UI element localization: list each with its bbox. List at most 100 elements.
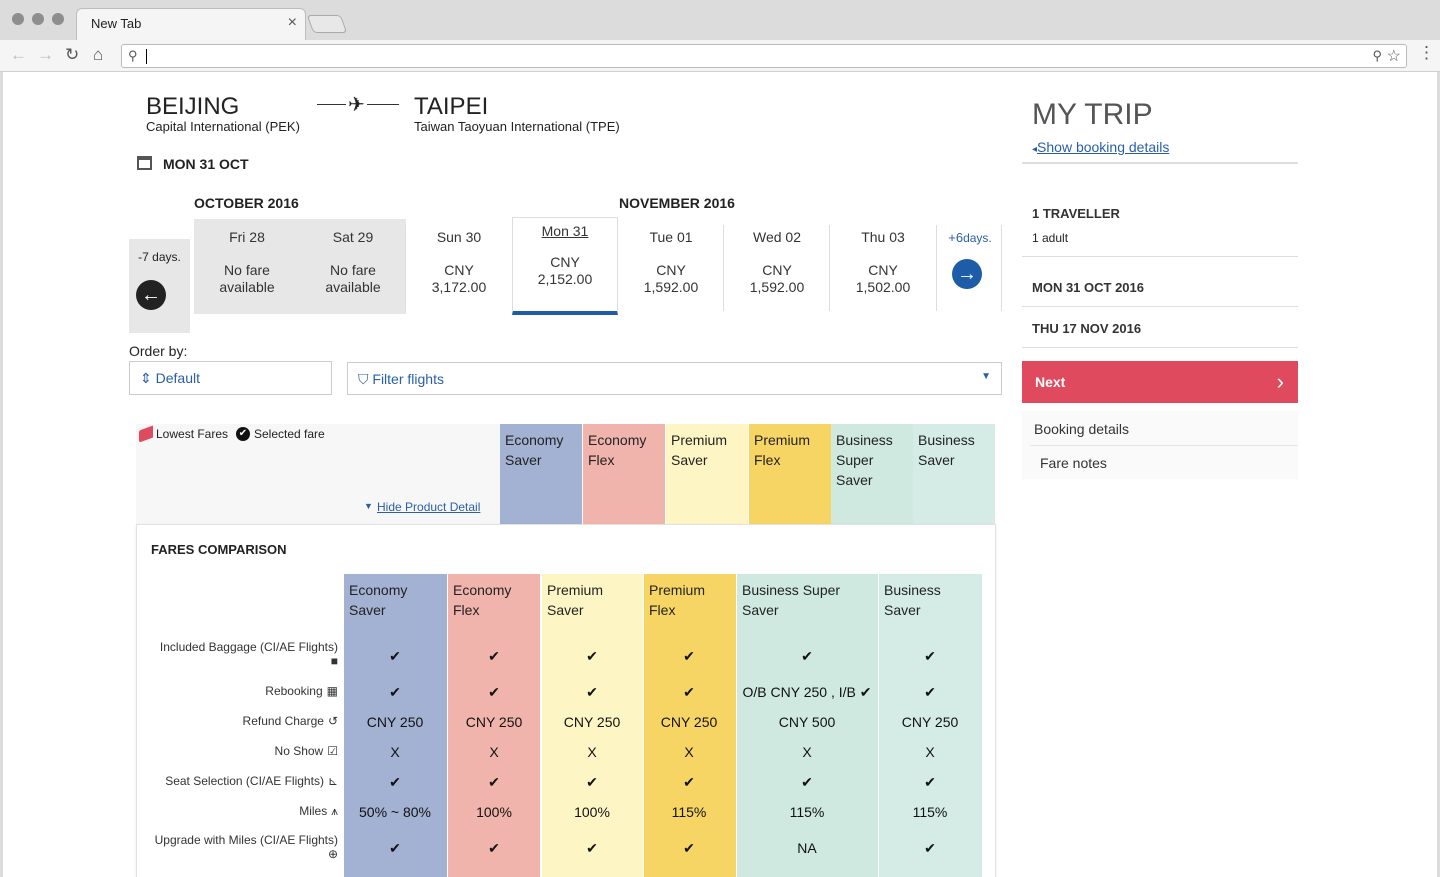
fare-cell: NA [797,840,817,856]
window-minimize-dot[interactable] [32,13,44,25]
plane-icon: ✈ [346,92,367,117]
day-divider [829,225,830,311]
filter-icon: ⛉ [358,371,369,387]
destination-airport: Taiwan Taoyuan International (TPE) [414,119,620,134]
destination-city: TAIPEI [414,93,489,120]
fare-cell: ✔ [924,774,936,790]
order-by-label: Order by: [129,343,188,359]
fare-cell: 115% [912,804,948,820]
day-tue-01[interactable]: Tue 01 CNY 1,592.00 [618,219,724,314]
address-bar[interactable]: ⚲ ⚲ ☆ [121,44,1407,68]
caret-down-icon: ▼ [981,371,991,382]
origin-city: BEIJING [146,93,240,120]
selected-fare-label: Selected fare [254,427,325,441]
product-economy-flex[interactable]: Economy Flex [583,424,665,524]
day-divider [1001,225,1002,311]
fare-cell: X [925,744,935,760]
filter-flights-select[interactable]: ⛉ Filter flights ▼ [347,362,1002,395]
browser-tab[interactable]: New Tab × [76,8,306,40]
browser-titlebar: New Tab × [0,0,1440,40]
fares-comparison-title: FARES COMPARISON [151,542,287,557]
fare-cell: O/B CNY 250 , I/B ✔ [742,684,872,700]
prev-week-label: -7 days. [138,250,181,264]
day-thu-03[interactable]: Thu 03 CNY 1,502.00 [830,219,936,314]
prev-week-button[interactable]: -7 days. ← [129,239,190,333]
month-november: NOVEMBER 2016 [619,195,735,211]
day-fri-28: Fri 28 No fare available [194,219,300,314]
filter-flights-label: Filter flights [372,371,444,387]
forward-icon[interactable]: → [37,45,54,65]
row-label: Included Baggage (CI/AE Flights) ■ [159,640,338,668]
browser-toolbar: ← → ↻ ⌂ ⚲ ⚲ ☆ ⋮ [0,40,1440,72]
origin-airport: Capital International (PEK) [146,119,300,134]
my-trip-title: MY TRIP [1032,98,1153,131]
fare-cell: ✔ [801,648,813,664]
zoom-icon[interactable]: ⚲ [1372,48,1382,64]
outbound-date: MON 31 OCT 2016 [1032,280,1144,295]
selected-date: MON 31 OCT [163,156,249,172]
product-premium-flex[interactable]: Premium Flex [749,424,831,524]
divider [1030,445,1298,446]
day-wed-02[interactable]: Wed 02 CNY 1,592.00 [724,219,830,314]
product-business-saver[interactable]: Business Saver [913,424,995,524]
row-label: Upgrade with Miles (CI/AE Flights) ⊕ [154,833,338,861]
close-icon[interactable]: × [288,14,297,32]
next-week-button[interactable]: +6days. → [940,228,1000,308]
back-icon[interactable]: ← [10,45,27,65]
check-circle-icon: ✔ [236,427,250,441]
traveller-count: 1 TRAVELLER [1032,206,1120,221]
tag-icon [139,425,153,443]
fare-cell: ✔ [924,840,936,856]
day-divider [936,225,937,311]
next-week-count: +6 [948,230,964,245]
month-october: OCTOBER 2016 [194,195,299,211]
fare-cell: ✔ [924,684,936,700]
day-divider [723,225,724,311]
tab-title: New Tab [91,16,142,31]
reload-icon[interactable]: ↻ [65,45,79,65]
arrow-right-icon[interactable]: → [952,259,982,289]
divider [1022,256,1298,257]
window-close-dot[interactable] [12,13,24,25]
fare-notes-link[interactable]: Fare notes [1040,455,1107,471]
product-economy-saver[interactable]: Economy Saver [500,424,582,524]
home-icon[interactable]: ⌂ [93,45,103,65]
day-sat-29: Sat 29 No fare available [300,219,406,314]
text-cursor [146,49,147,64]
traveller-adults: 1 adult [1032,231,1069,245]
order-by-value: Default [155,370,200,386]
row-label: Refund Charge ↺ [242,714,338,728]
search-icon: ⚲ [128,48,138,63]
day-sun-30[interactable]: Sun 30 CNY 3,172.00 [406,219,512,314]
show-booking-details-link[interactable]: ◂Show booking details [1032,139,1169,155]
calendar-icon [137,156,152,170]
fare-cell: CNY 500 [778,714,836,730]
window-zoom-dot[interactable] [52,13,64,25]
day-divider [405,225,406,311]
next-button-label: Next [1035,374,1066,390]
new-tab-button[interactable] [306,15,348,33]
divider [1022,347,1298,348]
lowest-fares-label: Lowest Fares [156,427,229,441]
row-label: Seat Selection (CI/AE Flights) ⊾ [165,774,338,788]
day-mon-31-selected[interactable]: Mon 31 CNY 2,152.00 [512,217,618,315]
hide-product-detail-link[interactable]: Hide Product Detail [377,500,480,514]
menu-icon[interactable]: ⋮ [1418,43,1435,63]
legend-panel: Lowest Fares ✔ Selected fare ▼ Hide Prod… [136,424,500,524]
arrow-left-icon[interactable]: ← [136,280,166,310]
bookmark-star-icon[interactable]: ☆ [1387,46,1401,66]
next-button[interactable]: Next › [1022,361,1298,403]
booking-details-link[interactable]: Booking details [1034,421,1129,437]
fare-cell: ✔ [801,774,813,790]
fare-cell: ✔ [924,648,936,664]
chevron-right-icon: › [1276,369,1284,394]
fare-cell: 115% [789,804,825,820]
order-by-select[interactable]: ⇕ Default [129,361,332,395]
fare-cell: X [802,744,812,760]
next-week-suffix: days. [963,231,992,245]
divider [1022,306,1298,307]
fare-cell: CNY 250 [901,714,959,730]
product-business-super-saver[interactable]: Business Super Saver [831,424,913,524]
return-date: THU 17 NOV 2016 [1032,321,1142,336]
product-premium-saver[interactable]: Premium Saver [666,424,748,524]
